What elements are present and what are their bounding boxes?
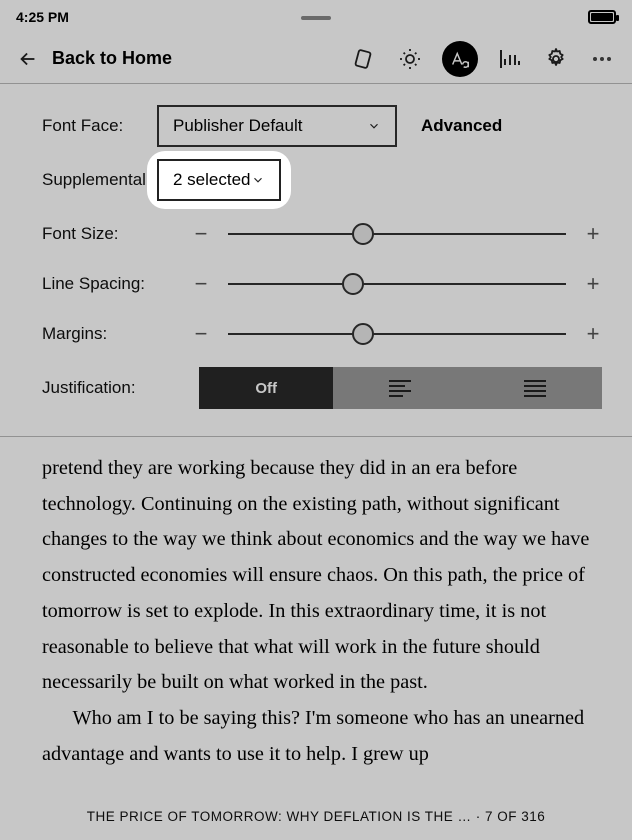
more-icon[interactable] xyxy=(588,45,616,73)
supplemental-value: 2 selected xyxy=(173,170,251,190)
line-spacing-label: Line Spacing: xyxy=(42,274,192,294)
page-indicator: 7 OF 316 xyxy=(485,809,545,824)
font-size-decrease[interactable]: − xyxy=(192,221,210,247)
advanced-link[interactable]: Advanced xyxy=(421,116,502,136)
gear-icon[interactable] xyxy=(542,45,570,73)
font-settings-icon[interactable] xyxy=(442,41,478,77)
status-time: 4:25 PM xyxy=(16,9,69,25)
page-footer: THE PRICE OF TOMORROW: WHY DEFLATION IS … xyxy=(0,809,632,824)
stats-icon[interactable] xyxy=(496,45,524,73)
chevron-down-icon xyxy=(367,119,381,133)
chevron-down-icon xyxy=(251,173,265,187)
body-paragraph: Who am I to be saying this? I'm someone … xyxy=(42,701,590,772)
margins-slider[interactable] xyxy=(228,333,566,335)
align-justify-icon xyxy=(524,380,546,397)
justification-off[interactable]: Off xyxy=(199,367,333,409)
font-size-slider[interactable] xyxy=(228,233,566,235)
status-bar: 4:25 PM xyxy=(0,0,632,34)
margins-increase[interactable]: + xyxy=(584,321,602,347)
font-size-label: Font Size: xyxy=(42,224,192,244)
font-size-increase[interactable]: + xyxy=(584,221,602,247)
battery-icon xyxy=(588,10,616,24)
supplemental-select[interactable]: 2 selected xyxy=(157,159,281,201)
justification-left[interactable] xyxy=(333,367,467,409)
line-spacing-increase[interactable]: + xyxy=(584,271,602,297)
back-button[interactable] xyxy=(16,47,40,71)
font-settings-panel: Font Face: Publisher Default Advanced Su… xyxy=(0,84,632,437)
brightness-icon[interactable] xyxy=(396,45,424,73)
margins-label: Margins: xyxy=(42,324,192,344)
line-spacing-slider[interactable] xyxy=(228,283,566,285)
toolbar-title[interactable]: Back to Home xyxy=(52,48,172,69)
drag-handle[interactable] xyxy=(301,16,331,20)
line-spacing-decrease[interactable]: − xyxy=(192,271,210,297)
margins-decrease[interactable]: − xyxy=(192,321,210,347)
top-toolbar: Back to Home xyxy=(0,34,632,84)
body-paragraph: pretend they are working because they di… xyxy=(42,451,590,701)
align-left-icon xyxy=(389,380,411,397)
supplemental-label: Supplemental: i xyxy=(42,170,157,190)
justification-group: Off xyxy=(199,367,602,409)
justification-label: Justification: xyxy=(42,378,157,398)
font-face-value: Publisher Default xyxy=(173,116,302,136)
rotate-icon[interactable] xyxy=(350,45,378,73)
book-title: THE PRICE OF TOMORROW: WHY DEFLATION IS … xyxy=(87,809,472,824)
font-face-label: Font Face: xyxy=(42,116,157,136)
reading-content: pretend they are working because they di… xyxy=(0,437,632,782)
font-face-select[interactable]: Publisher Default xyxy=(157,105,397,147)
justification-full[interactable] xyxy=(468,367,602,409)
